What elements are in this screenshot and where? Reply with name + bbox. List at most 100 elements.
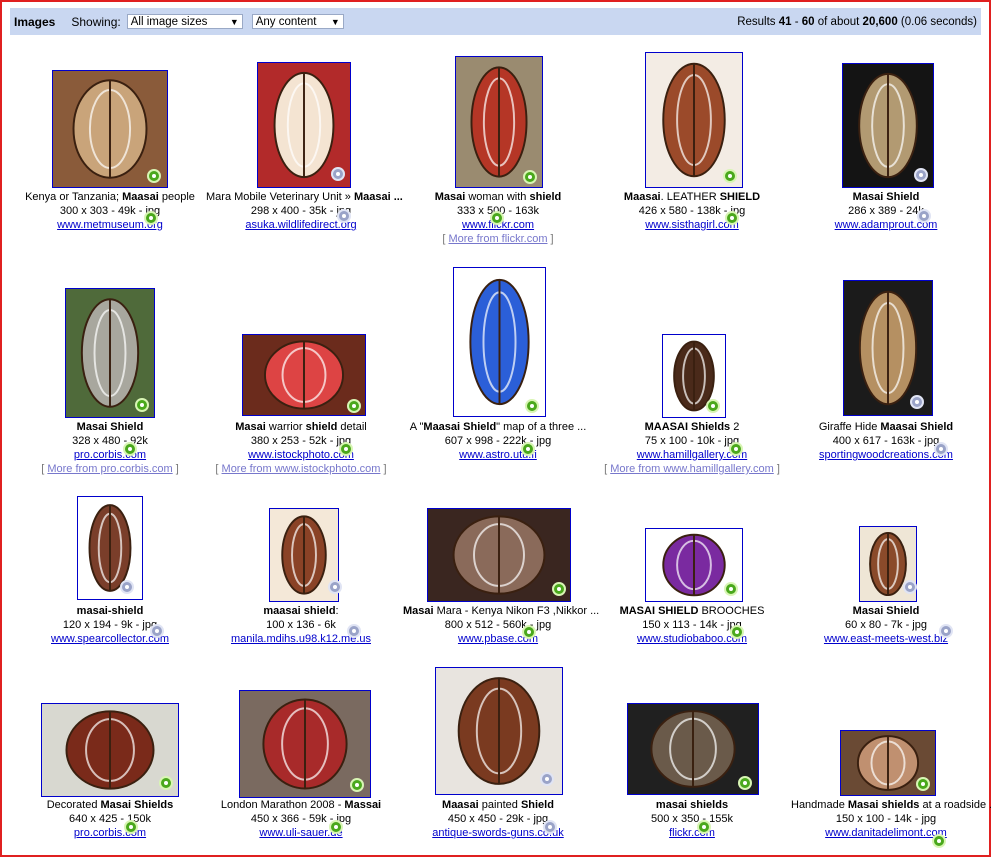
more-from-link[interactable]: More from www.istockphoto.com [222,463,381,475]
thumbnail-graphic [454,268,545,416]
result-info: 286 x 389 - 24k [848,205,924,217]
thumbnail-graphic [646,53,742,187]
result-info: 150 x 113 - 14k - jpg [642,619,742,631]
similar-images-icon [903,580,917,594]
result-info: 298 x 400 - 35k - jpg [250,205,352,217]
result-thumbnail[interactable] [645,52,743,188]
result-site-row: pro.corbis.com [15,448,205,462]
results-mid: of about [814,15,863,28]
image-size-select[interactable]: All image sizes ▼ [126,14,243,29]
result-title: Kenya or Tanzania; Maasai people [25,191,195,203]
chevron-down-icon: ▼ [330,16,340,27]
more-from-link[interactable]: More from www.hamillgallery.com [610,463,774,475]
result-title: Masai Mara - Kenya Nikon F3 ,Nikkor ... [403,605,600,617]
result-title: Masai Shield [852,605,920,617]
result-info: 380 x 253 - 52k - jpg [250,435,352,447]
cursor-ring-icon [724,582,738,596]
result-title: MAASAI Shields 2 [644,421,740,433]
similar-images-icon [331,167,345,181]
result-site-row: www.sisthagirl.com [597,218,787,232]
result-info: 100 x 136 - 6k [266,619,336,631]
more-from-row: [ More from flickr.com ] [442,233,554,245]
thumbnail-graphic [42,704,178,796]
cursor-ring-icon [738,776,752,790]
result-site-link[interactable]: sportingwoodcreations.com [819,449,953,461]
cursor-ring-icon [350,778,364,792]
content-type-select[interactable]: Any content ▼ [251,14,344,29]
result-site-row: www.danitadelimont.com [791,826,981,840]
result-info: 120 x 194 - 9k - jpg [62,619,158,631]
result-site-row: www.metmuseum.org [15,218,205,232]
content-type-value: Any content [255,15,317,28]
result-title: Masai warrior shield detail [235,421,367,433]
result-site-row: www.hamillgallery.com [597,448,787,462]
similar-images-icon [543,820,557,834]
result-thumbnail[interactable] [427,508,571,602]
cursor-ring-icon [522,625,536,639]
result-info: 150 x 100 - 14k - jpg [835,813,937,825]
result-site-row: www.uli-sauer.de [206,826,396,840]
result-title: Masai Shield [852,191,920,203]
result-site-row: www.pbase.com [403,632,593,646]
result-info: 500 x 350 - 155k [651,813,733,825]
cursor-ring-icon [329,820,343,834]
more-from-link[interactable]: More from pro.corbis.com [47,463,172,475]
results-start: 41 [778,15,792,28]
cursor-ring-icon [124,820,138,834]
result-site-link[interactable]: www.istockphoto.com [248,449,354,461]
result-site-row: manila.mdihs.u98.k12.me.us [206,632,396,646]
results-time: (0.06 seconds) [897,15,977,28]
result-title: Mara Mobile Veterinary Unit » Maasai ... [206,191,403,203]
chevron-down-icon: ▼ [229,16,239,27]
result-title: MASAI SHIELD BROOCHES [619,605,765,617]
cursor-ring-icon [729,442,743,456]
similar-images-icon [337,209,351,223]
result-site-row: www.spearcollector.com [15,632,205,646]
more-from-row: [ More from www.istockphoto.com ] [215,463,387,475]
similar-images-icon [917,209,931,223]
result-info: 607 x 998 - 222k - jpg [444,435,552,447]
result-site-row: www.studiobaboo.com [597,632,787,646]
cursor-ring-icon [723,169,737,183]
result-title: Masai Shield [76,421,144,433]
result-thumbnail[interactable] [455,56,543,188]
result-site-link[interactable]: www.east-meets-west.biz [824,633,948,645]
result-thumbnail[interactable] [453,267,546,417]
result-info: 800 x 512 - 560k - jpg [444,619,552,631]
result-site-link[interactable]: www.danitadelimont.com [825,827,947,839]
result-title: Maasai. LEATHER SHIELD [623,191,761,203]
cursor-ring-icon [525,399,539,413]
result-site-row: www.astro.utu.fi [403,448,593,462]
result-title: Maasai painted Shield [442,799,554,811]
result-site-row: www.adamprout.com [791,218,981,232]
cursor-ring-icon [730,625,744,639]
result-info: 75 x 100 - 10k - jpg [644,435,740,447]
result-title: Handmade Masai shields at a roadside ... [791,799,991,811]
images-brand[interactable]: Images [14,15,55,29]
image-size-value: All image sizes [130,15,208,28]
cursor-ring-icon [339,442,353,456]
cursor-ring-icon [706,399,720,413]
result-info: 400 x 617 - 163k - jpg [832,435,940,447]
thumbnail-graphic [428,509,570,601]
result-info: 300 x 303 - 49k - jpg [59,205,161,217]
result-info: 328 x 480 - 92k [72,435,148,447]
similar-images-icon [540,772,554,786]
more-from-link[interactable]: More from flickr.com [448,233,547,245]
result-title: masai-shield [76,605,144,617]
cursor-ring-icon [521,442,535,456]
cursor-ring-icon [725,211,739,225]
results-prefix: Results [737,15,779,28]
results-dash: - [791,15,802,28]
similar-images-icon [120,580,134,594]
result-site-row: asuka.wildlifedirect.org [206,218,396,232]
result-title: masai shields [655,799,729,811]
results-toolbar: Images Showing: All image sizes ▼ Any con… [10,8,981,35]
cursor-ring-icon [123,442,137,456]
cursor-ring-icon [135,398,149,412]
similar-images-icon [914,168,928,182]
result-title: Decorated Masai Shields [46,799,174,811]
result-title: maasai shield: [263,605,339,617]
result-info: 426 x 580 - 138k - jpg [638,205,746,217]
results-total: 20,600 [862,15,898,28]
